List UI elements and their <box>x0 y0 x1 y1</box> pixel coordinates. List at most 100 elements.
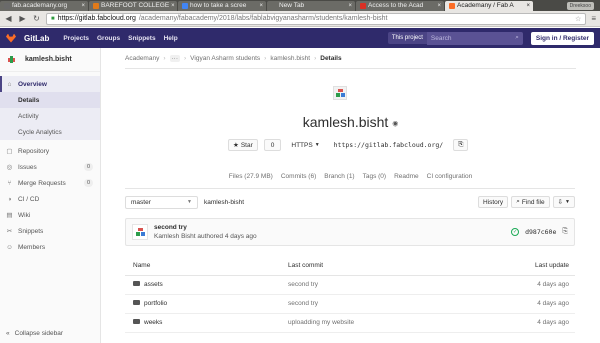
file-name[interactable]: assets <box>144 281 163 288</box>
folder-icon <box>133 300 140 305</box>
copy-clone-url-button[interactable]: ⎘ <box>453 139 469 151</box>
branch-selector[interactable]: master ▼ <box>125 195 198 209</box>
sidebar-subitem-cycle-analytics[interactable]: Cycle Analytics <box>0 124 100 140</box>
browser-tab[interactable]: New Tab × <box>267 1 355 11</box>
tab-favicon-icon <box>449 3 455 9</box>
breadcrumb-expand[interactable]: ··· <box>169 54 180 62</box>
breadcrumb-group[interactable]: Vigyan Asharm students <box>190 55 260 62</box>
sidebar-item-merge-requests[interactable]: ⑂ Merge Requests 0 <box>0 175 100 191</box>
stat-readme[interactable]: Readme <box>394 173 419 180</box>
sidebar-item-label: Members <box>18 243 46 251</box>
pipeline-passed-icon[interactable]: ✓ <box>511 228 520 236</box>
lock-icon: ■ <box>51 15 55 22</box>
browser-tab[interactable]: how to take a scree × <box>178 1 266 11</box>
close-tab-icon[interactable]: × <box>171 1 175 11</box>
stat-branches[interactable]: Branch (1) <box>324 173 354 180</box>
nav-groups[interactable]: Groups <box>97 35 120 42</box>
sidebar-item-repository[interactable]: ▢ Repository <box>0 143 100 159</box>
find-file-button[interactable]: ⌕ Find file <box>511 196 550 208</box>
file-name-cell[interactable]: weeks <box>125 313 288 333</box>
sidebar-item-snippets[interactable]: ✂ Snippets <box>0 223 100 239</box>
project-title-text: kamlesh.bisht <box>302 114 389 130</box>
sign-in-button[interactable]: Sign in / Register <box>530 31 594 45</box>
gitlab-logo-icon[interactable] <box>6 33 16 43</box>
table-row[interactable]: portfolio second try 4 days ago <box>125 294 575 314</box>
sidebar-item-members[interactable]: ☺ Members <box>0 239 100 255</box>
copy-icon[interactable]: ⎘ <box>562 228 568 236</box>
nav-projects[interactable]: Projects <box>63 35 89 42</box>
stat-ci-configuration[interactable]: CI configuration <box>427 173 473 180</box>
star-button[interactable]: ★ Star <box>228 139 258 151</box>
browser-menu-icon[interactable]: ≡ <box>591 14 596 23</box>
search-icon: ⌕ <box>516 198 520 205</box>
browser-user-badge[interactable]: Dreeksoo <box>566 2 594 10</box>
search-input[interactable]: Search ⌕ <box>426 31 523 45</box>
history-button[interactable]: History <box>477 196 509 208</box>
gitlab-brand[interactable]: GitLab <box>24 34 49 43</box>
close-tab-icon[interactable]: × <box>437 1 441 11</box>
file-name[interactable]: weeks <box>144 319 162 326</box>
sidebar-item-overview[interactable]: ⌂ Overview <box>0 76 100 92</box>
breadcrumb-project[interactable]: kamlesh.bisht <box>270 55 310 62</box>
repo-path[interactable]: kamlesh-bisht <box>204 199 244 206</box>
this-project-scope[interactable]: This project <box>387 32 427 44</box>
sidebar-project-header[interactable]: kamlesh.bisht <box>0 48 100 72</box>
sidebar-item-wiki[interactable]: ▤ Wiki <box>0 207 100 223</box>
last-update-cell: 4 days ago <box>518 275 575 295</box>
search-placeholder: Search <box>430 34 452 42</box>
table-row[interactable]: weeks uploadding my website 4 days ago <box>125 313 575 333</box>
chevron-down-icon: ▼ <box>187 199 192 205</box>
nav-snippets[interactable]: Snippets <box>128 35 155 42</box>
close-tab-icon[interactable]: × <box>526 1 530 11</box>
last-update-cell: 4 days ago <box>518 313 575 333</box>
forward-icon[interactable]: ▶ <box>18 14 27 23</box>
project-actions: ★ Star 0 HTTPS ▼ https://gitlab.fabcloud… <box>228 139 469 151</box>
visibility-icon: ◉ <box>392 120 399 128</box>
last-update-cell: 4 days ago <box>518 294 575 314</box>
stat-files[interactable]: Files (27.9 MB) <box>229 173 273 180</box>
clone-url-field[interactable]: https://gitlab.fabcloud.org/ <box>330 139 448 151</box>
folder-icon <box>133 319 140 324</box>
stat-commits[interactable]: Commits (6) <box>281 173 316 180</box>
url-path: /academany/fabacademy/2018/labs/fablabvi… <box>138 15 388 22</box>
download-button[interactable]: ⇩ ▼ <box>552 196 575 208</box>
stat-tags[interactable]: Tags (0) <box>363 173 386 180</box>
table-row[interactable]: assets second try 4 days ago <box>125 275 575 295</box>
last-commit-cell[interactable]: second try <box>288 275 518 295</box>
breadcrumb-separator-icon: › <box>163 54 166 62</box>
column-header-last-update: Last update <box>518 257 575 276</box>
file-name[interactable]: portfolio <box>144 300 167 307</box>
breadcrumb-separator-icon: › <box>184 54 187 62</box>
commit-message[interactable]: second try <box>154 224 257 231</box>
star-icon: ★ <box>233 142 239 149</box>
url-field[interactable]: ■ https://gitlab.fabcloud.org/academany/… <box>46 12 587 25</box>
star-count[interactable]: 0 <box>263 139 282 151</box>
close-tab-icon[interactable]: × <box>81 1 85 11</box>
close-tab-icon[interactable]: × <box>348 1 352 11</box>
clone-protocol-dropdown[interactable]: HTTPS ▼ <box>287 139 323 151</box>
file-name-cell[interactable]: assets <box>125 275 288 295</box>
sidebar-subitem-activity[interactable]: Activity <box>0 108 100 124</box>
browser-tab[interactable]: fab.academany.org × <box>0 1 88 11</box>
stats-divider <box>125 188 575 189</box>
sidebar-item-ci-cd[interactable]: ◑ CI / CD <box>0 191 100 207</box>
file-name-cell[interactable]: portfolio <box>125 294 288 314</box>
collapse-sidebar-button[interactable]: « Collapse sidebar <box>6 330 63 337</box>
last-commit-cell[interactable]: second try <box>288 294 518 314</box>
reload-icon[interactable]: ↻ <box>32 14 41 23</box>
commit-sha[interactable]: d987c60e <box>525 228 556 236</box>
browser-tab[interactable]: Academany / Fab A × <box>445 1 533 11</box>
nav-help[interactable]: Help <box>164 35 178 42</box>
back-icon[interactable]: ◀ <box>4 14 13 23</box>
browser-tab[interactable]: Access to the Acad × <box>356 1 444 11</box>
close-tab-icon[interactable]: × <box>259 1 263 11</box>
last-commit-cell[interactable]: uploadding my website <box>288 313 518 333</box>
sidebar-subitem-details[interactable]: Details <box>0 92 100 108</box>
clone-protocol-label: HTTPS <box>291 141 313 149</box>
breadcrumb-academany[interactable]: Academany <box>125 55 159 62</box>
author-avatar[interactable] <box>132 224 148 240</box>
bookmark-star-icon[interactable]: ☆ <box>575 15 581 23</box>
repo-toolbar: master ▼ kamlesh-bisht History ⌕ Find fi… <box>125 195 575 209</box>
browser-tab[interactable]: BAREFOOT COLLEGE × <box>89 1 177 11</box>
sidebar-item-issues[interactable]: ◎ Issues 0 <box>0 159 100 175</box>
